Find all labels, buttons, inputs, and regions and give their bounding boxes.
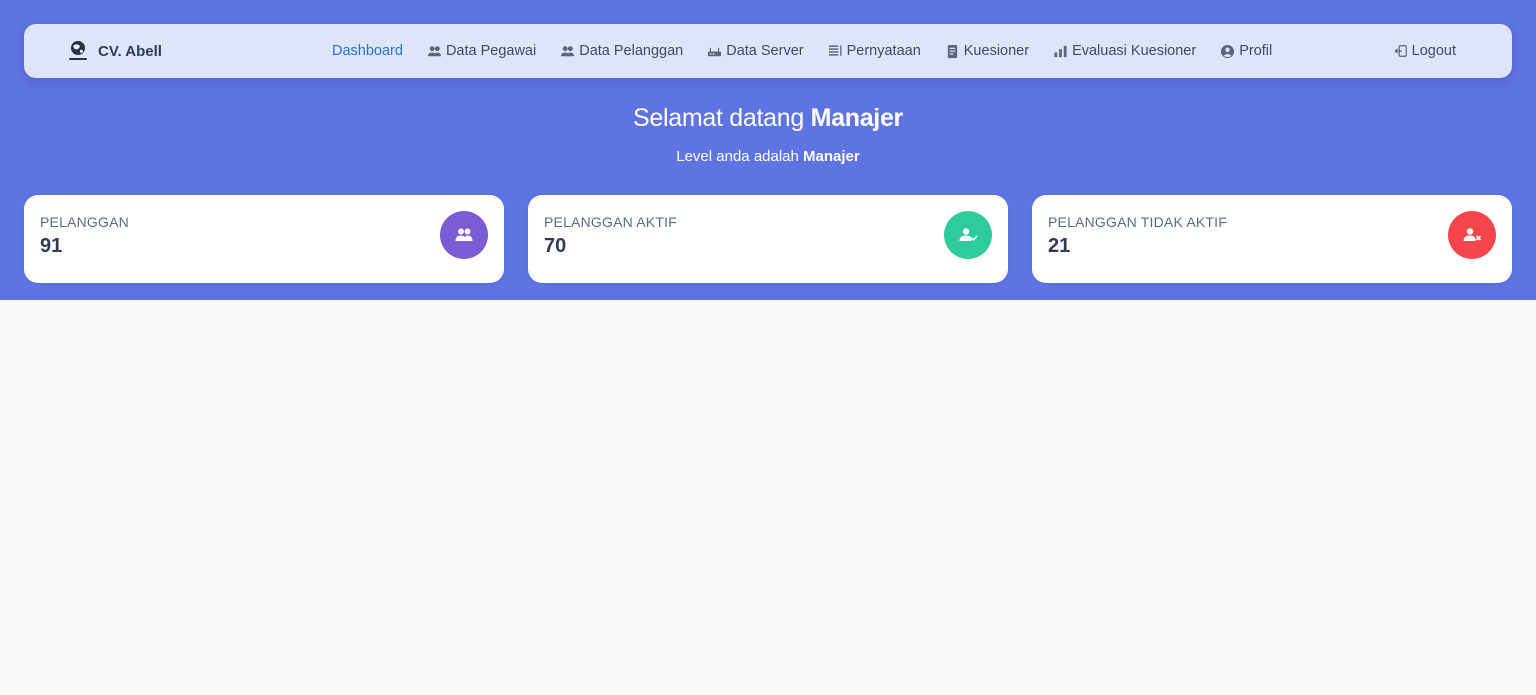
nav-item-label: Pernyataan: [846, 43, 921, 59]
card-title: PELANGGAN TIDAK AKTIF: [1048, 214, 1227, 230]
stat-card-pelanggan-aktif: PELANGGAN AKTIF 70: [528, 195, 1008, 283]
nav-item-label: Kuesioner: [963, 43, 1030, 59]
user-circle-icon: [1221, 44, 1235, 58]
welcome-name: Manajer: [810, 104, 904, 132]
bar-chart-icon: [1054, 45, 1067, 57]
nav-item-kuesioner[interactable]: Kuesioner: [945, 43, 1029, 59]
main-nav: Dashboard Data Pegawai Data Pelanggan Da…: [332, 24, 1296, 78]
card-title: PELANGGAN: [40, 214, 129, 230]
brand[interactable]: CV. Abell: [66, 24, 162, 78]
logout-icon: [1394, 45, 1407, 57]
nav-item-profil[interactable]: Profil: [1220, 43, 1272, 59]
level-text: Level anda adalah Manajer: [0, 148, 1536, 165]
welcome-prefix: Selamat datang: [633, 104, 804, 132]
user-check-icon: [959, 228, 978, 242]
user-times-icon: [1463, 228, 1482, 241]
card-title: PELANGGAN AKTIF: [544, 214, 677, 230]
nav-item-pernyataan[interactable]: Pernyataan: [828, 43, 921, 59]
level-prefix: Level anda adalah: [676, 148, 799, 165]
navbar: CV. Abell Dashboard Data Pegawai Data Pe…: [24, 24, 1512, 78]
statement-icon: [828, 44, 842, 56]
level-value: Manajer: [803, 148, 860, 165]
nav-item-label: Data Server: [726, 43, 804, 59]
users-icon: [427, 45, 441, 56]
server-icon: [708, 47, 722, 56]
card-value: 91: [40, 235, 63, 257]
nav-item-label: Dashboard: [332, 43, 403, 59]
logout-button[interactable]: Logout: [1394, 24, 1456, 78]
stat-card-pelanggan-tidak-aktif: PELANGGAN TIDAK AKTIF 21: [1032, 195, 1512, 283]
nav-item-label: Data Pelanggan: [579, 43, 684, 59]
hero-banner: CV. Abell Dashboard Data Pegawai Data Pe…: [0, 0, 1536, 300]
welcome-heading: Selamat datang Manajer: [0, 104, 1536, 133]
card-icon-badge: [944, 211, 992, 259]
card-icon-badge: [440, 211, 488, 259]
brand-name: CV. Abell: [98, 42, 162, 60]
card-value: 70: [544, 235, 567, 257]
nav-item-data-server[interactable]: Data Server: [707, 43, 804, 59]
document-icon: [947, 44, 957, 58]
users-icon: [561, 45, 575, 56]
nav-item-data-pegawai[interactable]: Data Pegawai: [427, 43, 536, 59]
card-icon-badge: [1448, 211, 1496, 259]
nav-item-label: Evaluasi Kuesioner: [1072, 43, 1197, 59]
card-value: 21: [1048, 235, 1071, 257]
nav-item-label: Profil: [1239, 43, 1273, 59]
nav-item-evaluasi-kuesioner[interactable]: Evaluasi Kuesioner: [1053, 43, 1196, 59]
stat-card-pelanggan: PELANGGAN 91: [24, 195, 504, 283]
nav-item-label: Data Pegawai: [445, 43, 537, 59]
users-icon: [455, 228, 473, 241]
nav-item-data-pelanggan[interactable]: Data Pelanggan: [560, 43, 683, 59]
nav-item-dashboard[interactable]: Dashboard: [332, 43, 403, 59]
globe-logo-icon: [69, 41, 87, 60]
logout-label: Logout: [1411, 43, 1456, 59]
